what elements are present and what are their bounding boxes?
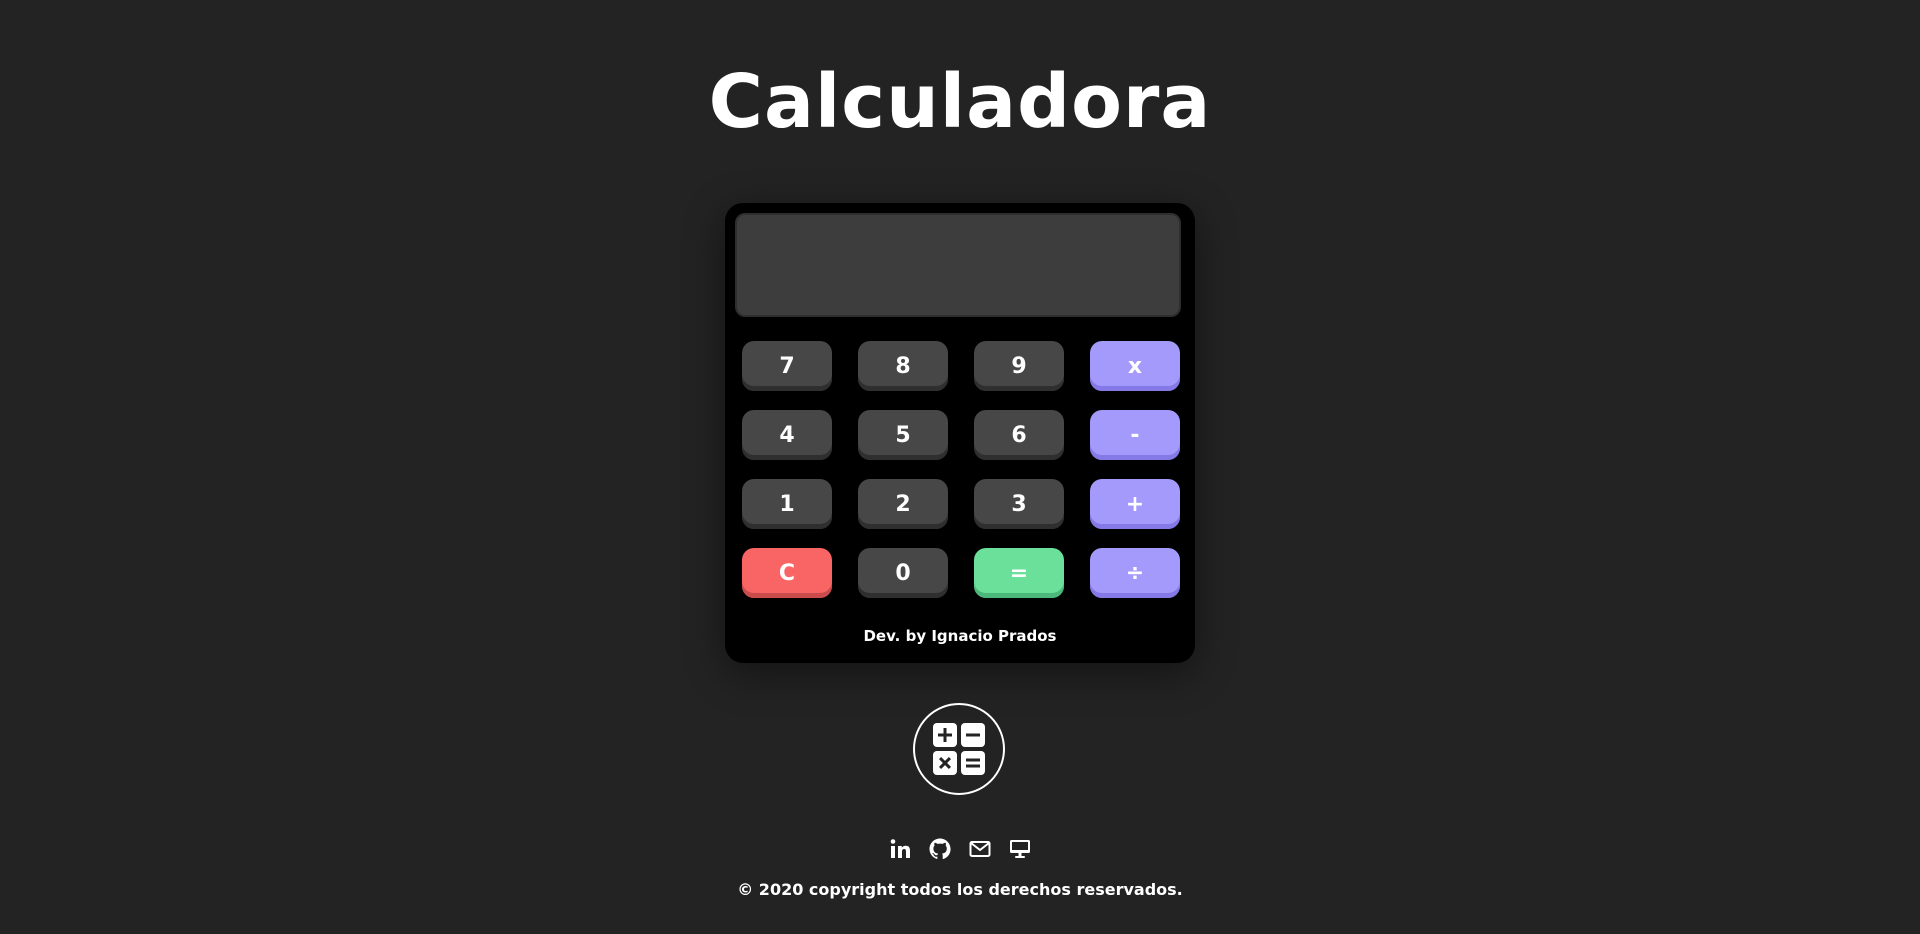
github-icon	[929, 838, 951, 860]
key-1[interactable]: 1	[742, 479, 832, 529]
page-title: Calculadora	[708, 59, 1212, 145]
mail-icon[interactable]	[968, 837, 992, 861]
keypad-row: 4 5 6 -	[742, 410, 1180, 460]
key-4[interactable]: 4	[742, 410, 832, 460]
social-links	[888, 837, 1032, 861]
calculator: 7 8 9 x 4 5 6 - 1 2 3 + C 0 = ÷ Dev. by …	[725, 203, 1195, 663]
github-icon[interactable]	[928, 837, 952, 861]
calculator-logo-icon	[913, 703, 1005, 795]
key-subtract[interactable]: -	[1090, 410, 1180, 460]
key-5[interactable]: 5	[858, 410, 948, 460]
key-multiply[interactable]: x	[1090, 341, 1180, 391]
monitor-icon[interactable]	[1008, 837, 1032, 861]
page: Calculadora 7 8 9 x 4 5 6 - 1 2 3 + C 0 …	[0, 0, 1920, 934]
calculator-display	[735, 213, 1181, 317]
keypad-row: C 0 = ÷	[742, 548, 1180, 598]
mail-icon	[969, 841, 991, 857]
key-9[interactable]: 9	[974, 341, 1064, 391]
monitor-icon	[1010, 840, 1030, 858]
linkedin-icon[interactable]	[888, 837, 912, 861]
key-divide[interactable]: ÷	[1090, 548, 1180, 598]
key-6[interactable]: 6	[974, 410, 1064, 460]
keypad-row: 1 2 3 +	[742, 479, 1180, 529]
key-clear[interactable]: C	[742, 548, 832, 598]
key-8[interactable]: 8	[858, 341, 948, 391]
keypad-row: 7 8 9 x	[742, 341, 1180, 391]
key-equals[interactable]: =	[974, 548, 1064, 598]
key-3[interactable]: 3	[974, 479, 1064, 529]
key-add[interactable]: +	[1090, 479, 1180, 529]
developer-credit: Dev. by Ignacio Prados	[863, 627, 1057, 645]
linkedin-icon	[890, 839, 910, 858]
key-0[interactable]: 0	[858, 548, 948, 598]
copyright-text: © 2020 copyright todos los derechos rese…	[737, 880, 1183, 899]
key-2[interactable]: 2	[858, 479, 948, 529]
calculator-logo-icon	[933, 723, 985, 775]
keypad: 7 8 9 x 4 5 6 - 1 2 3 + C 0 = ÷	[742, 341, 1180, 617]
key-7[interactable]: 7	[742, 341, 832, 391]
